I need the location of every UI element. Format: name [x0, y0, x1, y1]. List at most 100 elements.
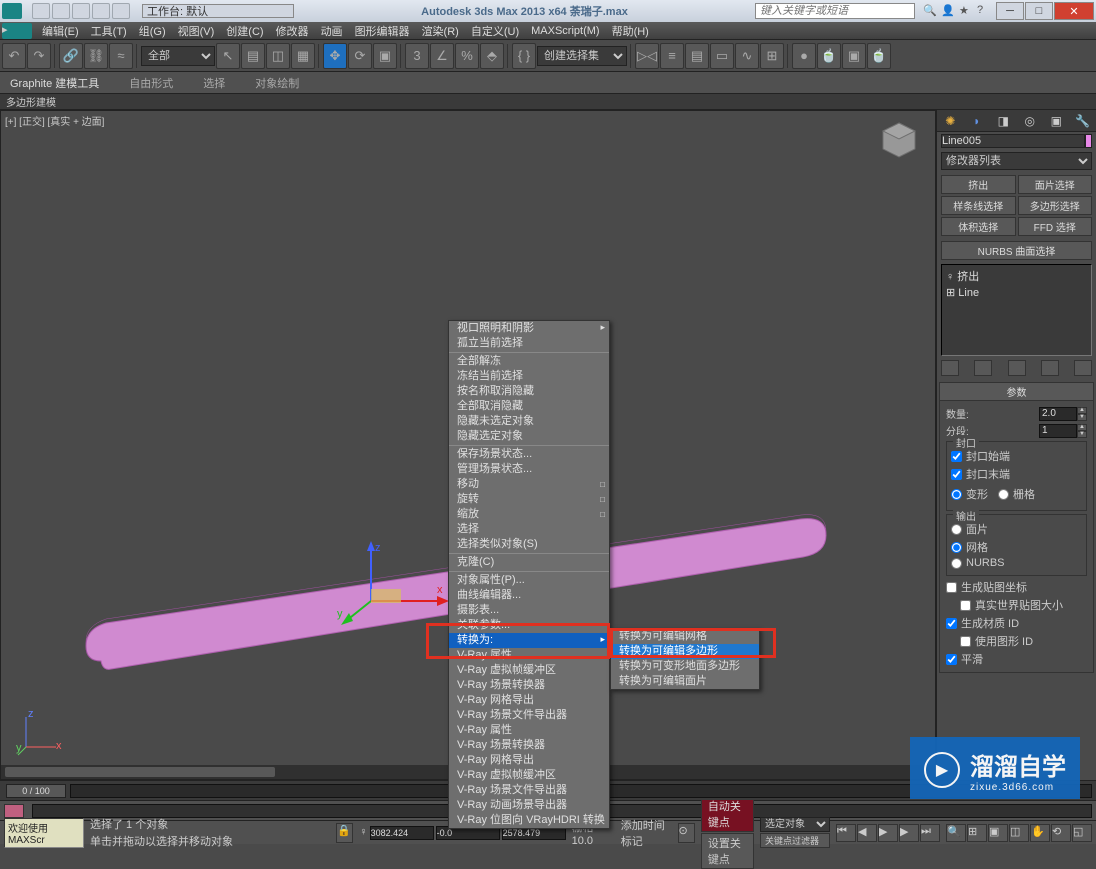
context-menu-item[interactable]: V-Ray 场景转换器 — [449, 738, 609, 753]
hierarchy-tab-icon[interactable]: ◨ — [992, 112, 1014, 130]
context-submenu-item[interactable]: 转换为可编辑网格 — [611, 629, 759, 644]
menu-maxscript[interactable]: MAXScript(M) — [525, 25, 605, 37]
time-slider[interactable]: 0 / 100 — [6, 784, 66, 798]
zoom-region-icon[interactable]: ◫ — [1009, 824, 1029, 842]
lock-selection-icon[interactable]: 🔒 — [336, 823, 353, 843]
configure-sets-icon[interactable] — [1074, 360, 1092, 376]
selection-filter[interactable]: 全部 — [141, 46, 215, 66]
context-menu-item[interactable]: 孤立当前选择 — [449, 336, 609, 351]
ribbon-tab-graphite[interactable]: Graphite 建模工具 — [10, 75, 99, 91]
app-menu-icon[interactable]: ▸ — [2, 23, 32, 39]
zoom-all-icon[interactable]: ⊞ — [967, 824, 987, 842]
snap-toggle-icon[interactable]: 3 — [405, 43, 429, 69]
menu-group[interactable]: 组(G) — [133, 23, 172, 39]
smooth-checkbox[interactable] — [946, 654, 957, 665]
btn-patchsel[interactable]: 面片选择 — [1018, 175, 1093, 194]
context-menu-item[interactable]: V-Ray 位图向 VRayHDRI 转换 — [449, 813, 609, 828]
link-icon[interactable]: 🔗 — [59, 43, 83, 69]
align-icon[interactable]: ≡ — [660, 43, 684, 69]
context-menu-item[interactable]: 保存场景状态... — [449, 447, 609, 462]
minimize-button[interactable]: ─ — [996, 2, 1024, 20]
btn-polysel[interactable]: 多边形选择 — [1018, 196, 1093, 215]
trackbar-key-icon[interactable] — [4, 804, 24, 818]
add-time-tag[interactable]: 添加时间标记 — [621, 817, 672, 849]
grid-radio[interactable] — [998, 489, 1009, 500]
context-menu-item[interactable]: 旋转□ — [449, 492, 609, 507]
goto-end-icon[interactable]: ⏭ — [920, 824, 940, 842]
context-submenu-item[interactable]: 转换为可变形地面多边形 — [611, 659, 759, 674]
maximize-viewport-icon[interactable]: ◱ — [1072, 824, 1092, 842]
context-menu-item[interactable]: V-Ray 网格导出 — [449, 753, 609, 768]
play-icon[interactable]: ▶ — [878, 824, 898, 842]
gen-matid-checkbox[interactable] — [946, 618, 957, 629]
context-menu-item[interactable]: 按名称取消隐藏 — [449, 384, 609, 399]
output-patch-radio[interactable] — [951, 524, 962, 535]
select-object-icon[interactable]: ↖ — [216, 43, 240, 69]
ribbon-toggle-icon[interactable]: ▭ — [710, 43, 734, 69]
context-menu-item[interactable]: V-Ray 属性 — [449, 723, 609, 738]
context-menu-item[interactable]: 隐藏选定对象 — [449, 429, 609, 444]
spinner-down-icon[interactable]: ▼ — [1077, 414, 1087, 421]
menu-views[interactable]: 视图(V) — [172, 23, 221, 39]
menu-customize[interactable]: 自定义(U) — [465, 23, 525, 39]
autokey-button[interactable]: 自动关键点 — [701, 796, 754, 832]
menu-help[interactable]: 帮助(H) — [606, 23, 655, 39]
context-menu-item[interactable]: 全部解冻 — [449, 354, 609, 369]
ribbon-tab-freeform[interactable]: 自由形式 — [129, 75, 173, 91]
search-icon[interactable]: 🔍 — [923, 4, 937, 18]
context-submenu-item[interactable]: 转换为可编辑多边形 — [611, 644, 759, 659]
context-submenu-item[interactable]: 转换为可编辑面片 — [611, 674, 759, 689]
cap-start-checkbox[interactable] — [951, 451, 962, 462]
orbit-icon[interactable]: ⟲ — [1051, 824, 1071, 842]
select-move-icon[interactable]: ✥ — [323, 43, 347, 69]
context-menu-item[interactable]: V-Ray 场景转换器 — [449, 678, 609, 693]
menu-modifiers[interactable]: 修改器 — [270, 23, 315, 39]
select-rotate-icon[interactable]: ⟳ — [348, 43, 372, 69]
display-tab-icon[interactable]: ▣ — [1045, 112, 1067, 130]
favorite-icon[interactable]: ★ — [959, 4, 973, 18]
object-color-swatch[interactable] — [1085, 134, 1092, 148]
btn-extrude[interactable]: 挤出 — [941, 175, 1016, 194]
select-scale-icon[interactable]: ▣ — [373, 43, 397, 69]
context-menu-item[interactable]: 视口照明和阴影 — [449, 321, 609, 336]
zoom-extents-icon[interactable]: ▣ — [988, 824, 1008, 842]
modifier-list-dropdown[interactable]: 修改器列表 — [941, 152, 1092, 170]
pin-stack-icon[interactable] — [941, 360, 959, 376]
ribbon-tab-selection[interactable]: 选择 — [203, 75, 225, 91]
morph-radio[interactable] — [951, 489, 962, 500]
schematic-view-icon[interactable]: ⊞ — [760, 43, 784, 69]
context-menu-item[interactable]: 摄影表... — [449, 603, 609, 618]
layers-icon[interactable]: ▤ — [685, 43, 709, 69]
qat-new-icon[interactable] — [32, 3, 50, 19]
close-button[interactable]: ✕ — [1054, 2, 1094, 20]
context-menu-item[interactable]: V-Ray 虚拟帧缓冲区 — [449, 663, 609, 678]
qat-redo-icon[interactable] — [112, 3, 130, 19]
context-menu-item[interactable]: V-Ray 场景文件导出器 — [449, 708, 609, 723]
output-nurbs-radio[interactable] — [951, 558, 962, 569]
transform-gizmo[interactable]: z y x — [331, 541, 451, 631]
btn-volsel[interactable]: 体积选择 — [941, 217, 1016, 236]
context-menu-item[interactable]: V-Ray 虚拟帧缓冲区 — [449, 768, 609, 783]
render-icon[interactable]: 🍵 — [867, 43, 891, 69]
segments-input[interactable] — [1039, 424, 1077, 438]
mirror-icon[interactable]: ▷◁ — [635, 43, 659, 69]
percent-snap-icon[interactable]: % — [455, 43, 479, 69]
object-name-input[interactable] — [941, 134, 1085, 148]
select-region-icon[interactable]: ◫ — [266, 43, 290, 69]
next-frame-icon[interactable]: ▶ — [899, 824, 919, 842]
maximize-button[interactable]: □ — [1025, 2, 1053, 20]
context-menu-item[interactable]: V-Ray 动画场景导出器 — [449, 798, 609, 813]
context-menu-item[interactable]: 选择 — [449, 522, 609, 537]
keyfilters-button[interactable]: 关键点过滤器 — [760, 833, 830, 848]
curve-editor-icon[interactable]: ∿ — [735, 43, 759, 69]
pan-icon[interactable]: ✋ — [1030, 824, 1050, 842]
gen-mapcoords-checkbox[interactable] — [946, 582, 957, 593]
goto-start-icon[interactable]: ⏮ — [836, 824, 856, 842]
app-icon[interactable] — [2, 3, 22, 19]
x-coord-input[interactable] — [370, 826, 434, 840]
prev-frame-icon[interactable]: ◀ — [857, 824, 877, 842]
context-menu-item[interactable]: 隐藏未选定对象 — [449, 414, 609, 429]
select-by-name-icon[interactable]: ▤ — [241, 43, 265, 69]
viewport-label[interactable]: [+] [正交] [真实 + 边面] — [5, 113, 104, 128]
spinner-up-icon[interactable]: ▲ — [1077, 424, 1087, 431]
